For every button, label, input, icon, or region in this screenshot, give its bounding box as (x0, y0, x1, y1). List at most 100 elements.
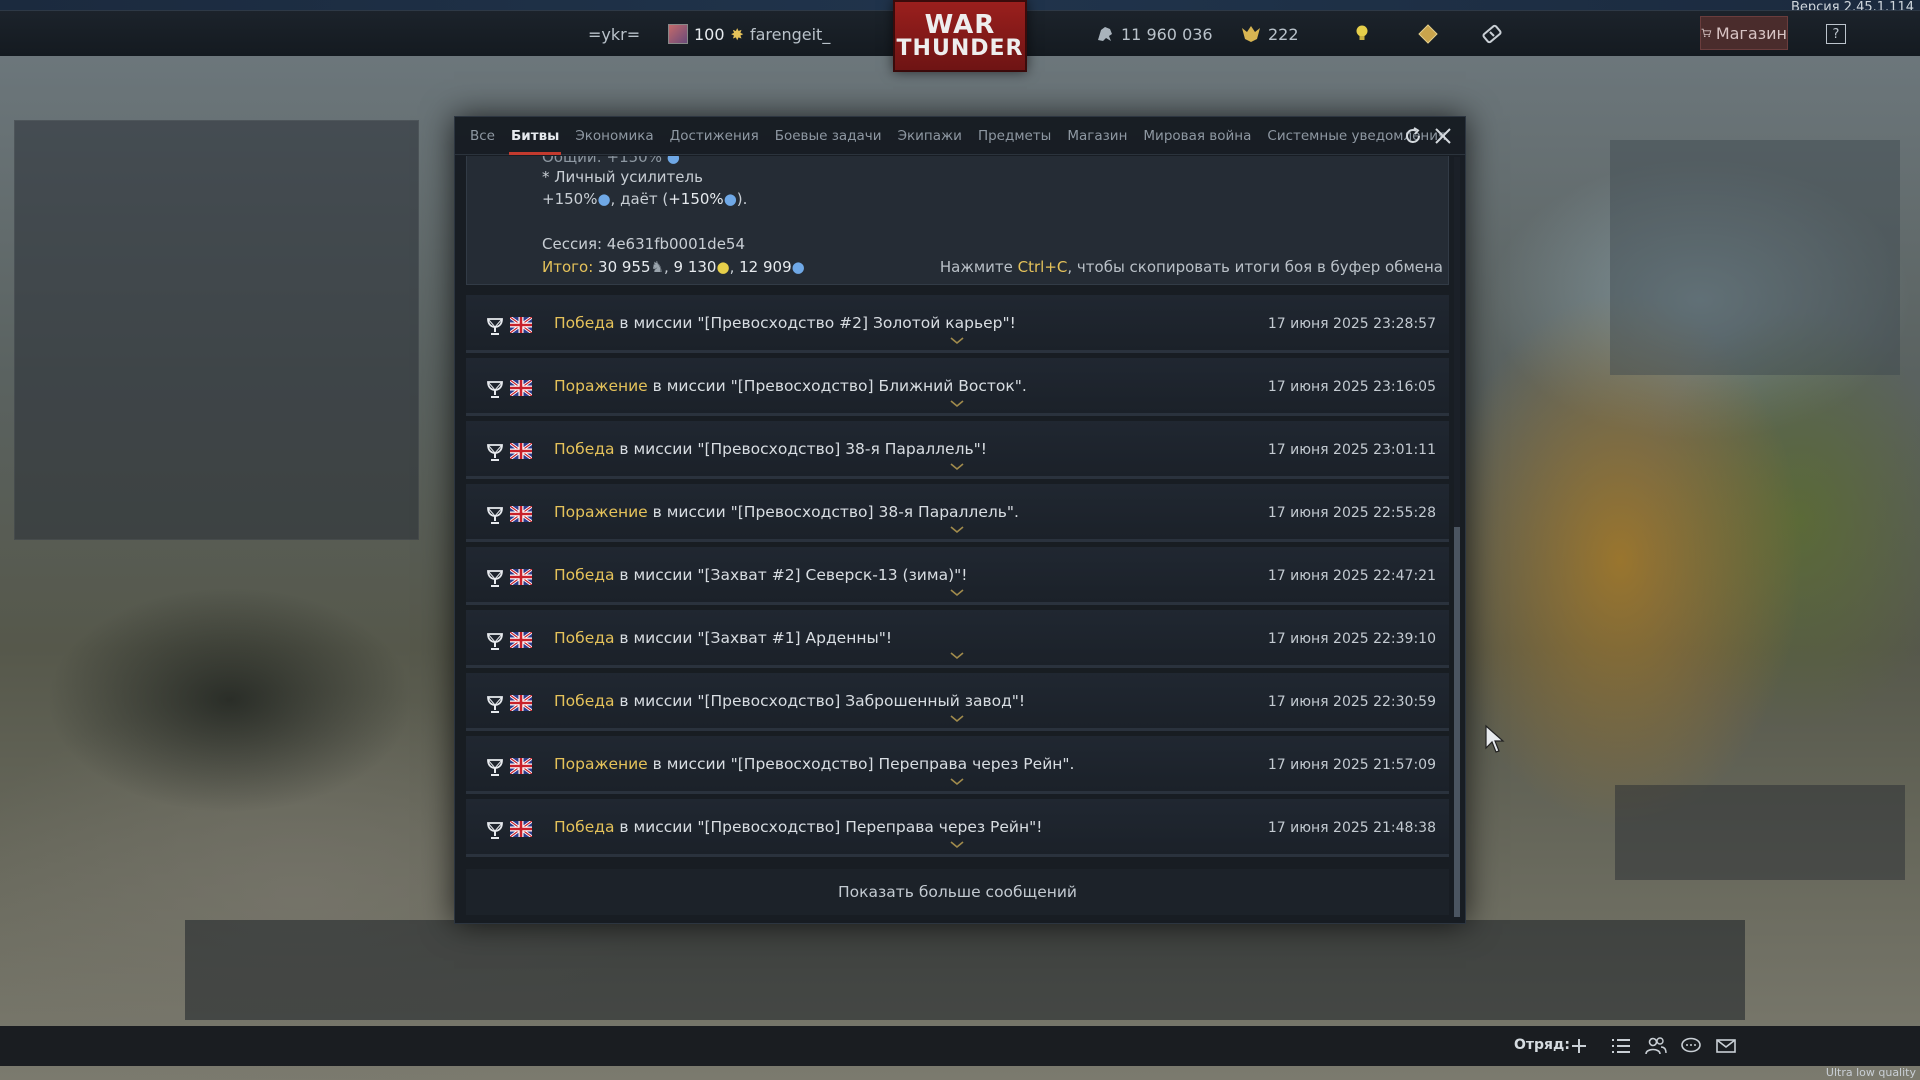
help-button[interactable]: ? (1826, 24, 1846, 44)
tab-all[interactable]: Все (462, 117, 503, 155)
battle-row[interactable]: Победа в миссии "[Превосходство] 38-я Па… (466, 421, 1449, 479)
battle-mission: в миссии "[Превосходство] Переправа чере… (614, 818, 1043, 836)
shop-label: Магазин (1715, 23, 1787, 43)
chevron-down-icon[interactable] (950, 400, 964, 408)
battle-date: 17 июня 2025 21:48:38 (1267, 820, 1436, 836)
log-content: Общий: +150% ● * Личный усилитель +150%●… (466, 156, 1450, 916)
premium-button[interactable] (1418, 22, 1438, 46)
battle-details-expanded: Общий: +150% ● * Личный усилитель +150%●… (466, 156, 1449, 285)
contacts-list-button[interactable] (1609, 1034, 1633, 1058)
uk-flag-icon (510, 821, 532, 837)
rp-drop-icon-2: ● (723, 190, 737, 208)
chevron-down-icon[interactable] (950, 337, 964, 345)
uk-flag-icon (510, 758, 532, 774)
battle-message: Поражение в миссии "[Превосходство] Ближ… (554, 377, 1027, 395)
ticket-icon (1482, 24, 1502, 44)
war-thunder-logo[interactable]: WAR THUNDER (893, 0, 1027, 72)
trophy-icon (487, 822, 503, 839)
details-total-booster: Общий: +150% ● (542, 156, 680, 166)
chevron-down-icon[interactable] (950, 841, 964, 849)
username: farengeit_ (749, 24, 831, 44)
envelope-icon (1716, 1039, 1736, 1053)
coupon-button[interactable] (1480, 22, 1504, 46)
background-panel-right-lower (1615, 785, 1905, 880)
uk-flag-icon (510, 317, 532, 333)
add-squad-member-button[interactable] (1567, 1034, 1591, 1058)
battle-row[interactable]: Поражение в миссии "[Превосходство] Ближ… (466, 358, 1449, 416)
battle-message: Поражение в миссии "[Превосходство] Пере… (554, 755, 1074, 773)
trophy-icon (487, 633, 503, 650)
golden-eagle-icon (1242, 26, 1260, 42)
details-personal-booster: * Личный усилитель (542, 168, 703, 186)
shop-button[interactable]: Магазин (1700, 16, 1788, 50)
tab-achievements[interactable]: Достижения (662, 117, 767, 155)
mouse-cursor-icon (1485, 724, 1505, 753)
scrollbar-track[interactable] (1454, 157, 1460, 917)
close-button[interactable] (1432, 125, 1454, 147)
show-more-messages-button[interactable]: Показать больше сообщений (466, 869, 1449, 915)
chevron-down-icon[interactable] (950, 652, 964, 660)
parachute-icon (487, 759, 503, 776)
tab-shop[interactable]: Магазин (1059, 117, 1135, 155)
mail-button[interactable] (1714, 1034, 1738, 1058)
silver-lion-icon (1098, 27, 1112, 41)
uk-flag-icon (510, 506, 532, 522)
chevron-down-icon[interactable] (950, 778, 964, 786)
bottom-bar: Отряд: (0, 1026, 1920, 1066)
parachute-icon (487, 381, 503, 398)
log-tabs: Все Битвы Экономика Достижения Боевые за… (455, 117, 1465, 155)
chevron-down-icon[interactable] (950, 463, 964, 471)
battle-result: Победа (554, 314, 615, 332)
battle-row[interactable]: Победа в миссии "[Превосходство] Перепра… (466, 799, 1449, 857)
tab-battle-tasks[interactable]: Боевые задачи (767, 117, 890, 155)
background-panel-left (14, 120, 419, 540)
silver-lion-icon: ♞ (650, 258, 664, 276)
quality-label: Ultra low quality (1825, 1066, 1916, 1079)
battle-date: 17 июня 2025 22:55:28 (1267, 505, 1436, 521)
player-level: 100 (694, 24, 725, 44)
rank-star-icon: ✸ (730, 24, 744, 44)
battle-row[interactable]: Победа в миссии "[Превосходство] Заброше… (466, 673, 1449, 731)
silver-lions-balance[interactable]: 11 960 036 (1095, 22, 1213, 46)
player-profile[interactable]: 100 ✸ farengeit_ (668, 22, 830, 46)
tab-items[interactable]: Предметы (970, 117, 1059, 155)
battle-mission: в миссии "[Превосходство] Переправа чере… (647, 755, 1075, 773)
scrollbar-thumb[interactable] (1454, 527, 1460, 917)
tab-system-notifications[interactable]: Системные уведомления (1259, 117, 1454, 155)
battle-row[interactable]: Победа в миссии "[Превосходство #2] Золо… (466, 295, 1449, 353)
squad-tag[interactable]: =ykr= (588, 22, 640, 46)
battle-result: Поражение (554, 755, 648, 773)
friends-button[interactable] (1644, 1034, 1668, 1058)
golden-eagles-value: 222 (1268, 24, 1299, 44)
avatar (668, 24, 688, 44)
refresh-button[interactable] (1402, 125, 1424, 147)
uk-flag-icon (510, 695, 532, 711)
copy-hint: Нажмите Ctrl+C, чтобы скопировать итоги … (939, 258, 1443, 276)
golden-eagles-balance[interactable]: 222 (1240, 22, 1299, 46)
research-boost-button[interactable] (1354, 22, 1370, 46)
chevron-down-icon[interactable] (950, 526, 964, 534)
details-booster-value: +150%●, даёт (+150%●). (542, 190, 748, 208)
chevron-down-icon[interactable] (950, 715, 964, 723)
background-vehicle-slots (185, 920, 1745, 1020)
squad-label: Отряд: (1514, 1037, 1570, 1053)
chevron-down-icon[interactable] (950, 589, 964, 597)
trophy-icon (487, 318, 503, 335)
crp-icon: ● (666, 156, 680, 166)
tab-world-war[interactable]: Мировая война (1135, 117, 1259, 155)
chat-button[interactable] (1679, 1034, 1703, 1058)
trophy-icon (487, 570, 503, 587)
battle-date: 17 июня 2025 23:16:05 (1267, 379, 1436, 395)
battle-date: 17 июня 2025 23:28:57 (1267, 316, 1436, 332)
battle-row[interactable]: Победа в миссии "[Захват #1] Арденны"! 17… (466, 610, 1449, 668)
session-id: Сессия: 4e631fb0001de54 (542, 235, 746, 253)
tab-crews[interactable]: Экипажи (890, 117, 970, 155)
battle-row[interactable]: Поражение в миссии "[Превосходство] Пере… (466, 736, 1449, 794)
battle-message: Победа в миссии "[Захват #1] Арденны"! (554, 629, 892, 647)
battle-mission: в миссии "[Превосходство] Ближний Восток… (647, 377, 1027, 395)
battle-row[interactable]: Поражение в миссии "[Превосходство] 38-я… (466, 484, 1449, 542)
uk-flag-icon (510, 632, 532, 648)
tab-economy[interactable]: Экономика (567, 117, 661, 155)
tab-battles[interactable]: Битвы (503, 117, 567, 155)
battle-row[interactable]: Победа в миссии "[Захват #2] Северск-13 … (466, 547, 1449, 605)
